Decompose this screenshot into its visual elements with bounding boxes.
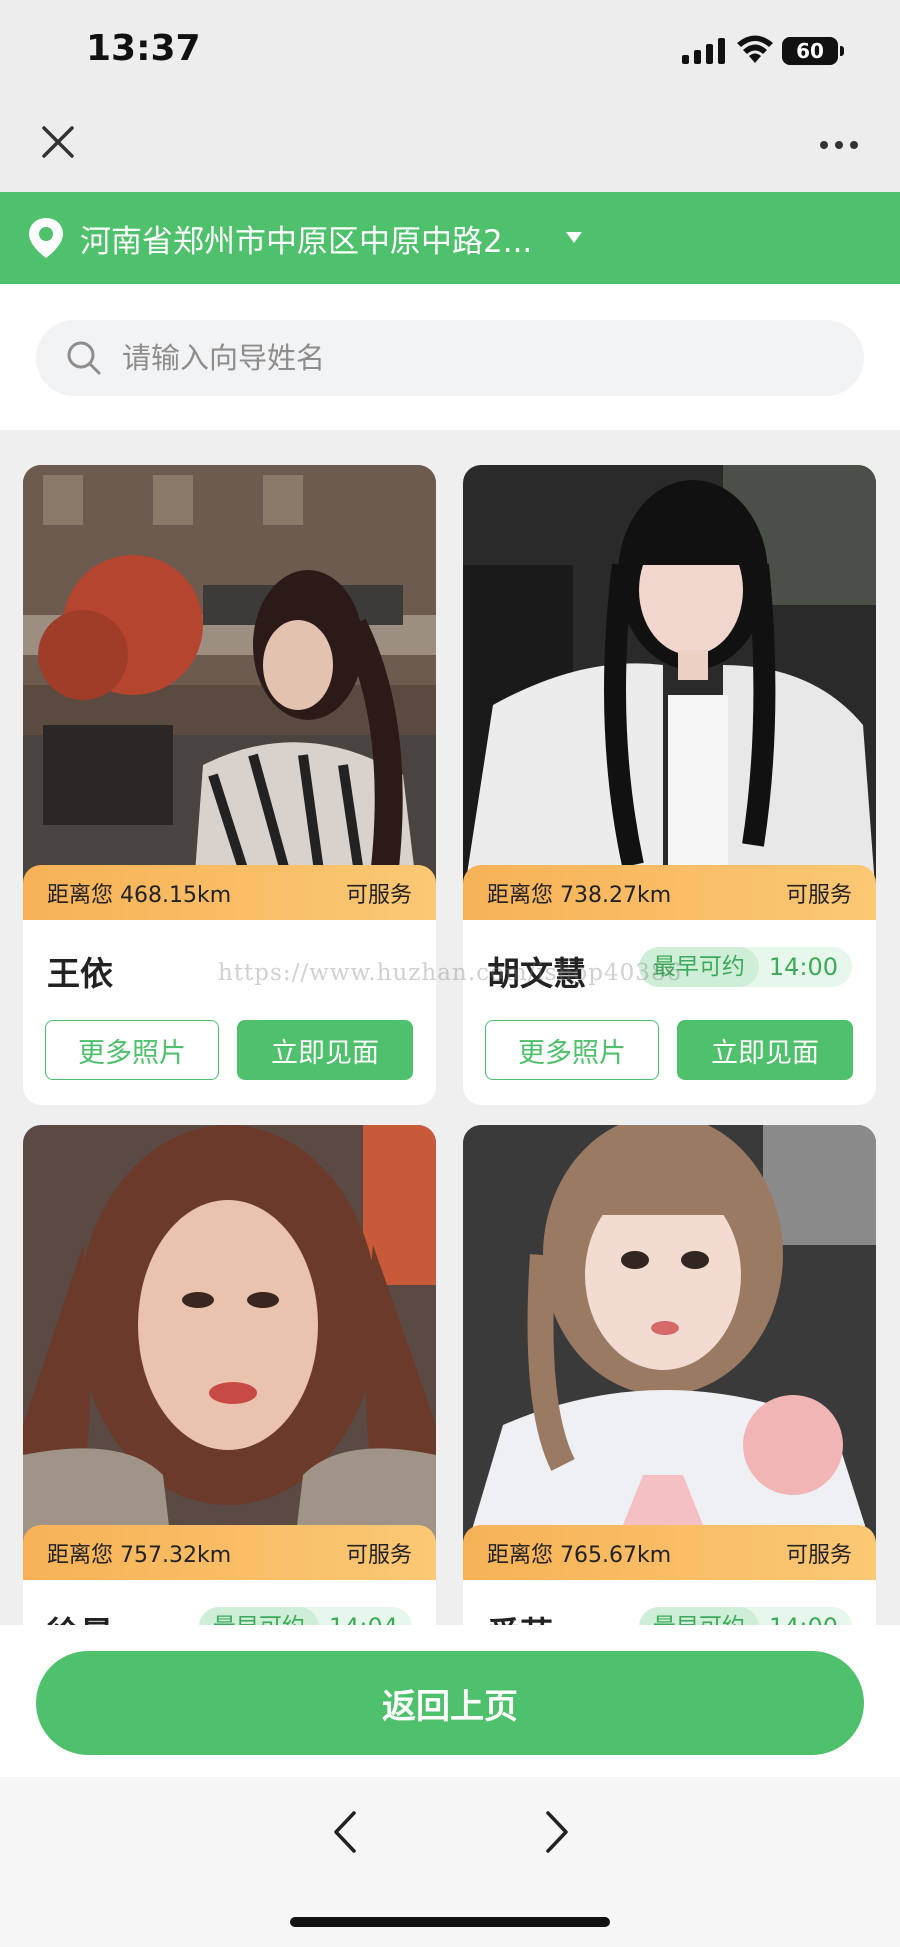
search-input[interactable] bbox=[120, 332, 824, 384]
distance-text: 距离您 757.32km bbox=[47, 1543, 232, 1568]
meet-now-button[interactable]: 立即见面 bbox=[677, 1020, 853, 1080]
guide-card[interactable]: 距离您 765.67km 可服务 爱萌 最早可约 14:00 bbox=[463, 1125, 876, 1625]
distance-bar: 距离您 757.32km 可服务 bbox=[23, 1525, 436, 1580]
browser-toolbar bbox=[0, 1777, 900, 1947]
distance-text: 距离您 765.67km bbox=[487, 1543, 672, 1568]
earliest-available-badge: 最早可约 14:04 bbox=[198, 1607, 412, 1625]
availability-text: 可服务 bbox=[785, 1543, 852, 1568]
status-bar: 13:37 60 bbox=[0, 0, 900, 100]
guide-card[interactable]: 距离您 468.15km 可服务 王依 更多照片 立即见面 bbox=[23, 465, 436, 1105]
distance-bar: 距离您 468.15km 可服务 bbox=[23, 865, 436, 920]
distance-text: 距离您 738.27km bbox=[487, 883, 672, 908]
search-icon bbox=[67, 341, 101, 375]
location-pin-icon bbox=[29, 218, 63, 258]
status-time: 13:37 bbox=[86, 28, 201, 69]
guide-name: 王依 bbox=[47, 954, 113, 993]
earliest-available-badge: 最早可约 14:00 bbox=[638, 1607, 852, 1625]
availability-text: 可服务 bbox=[785, 883, 852, 908]
more-photos-button[interactable]: 更多照片 bbox=[45, 1020, 219, 1080]
guide-photo[interactable] bbox=[23, 1125, 436, 1560]
chevron-left-icon[interactable] bbox=[330, 1807, 360, 1857]
search-bar[interactable] bbox=[36, 320, 864, 396]
earliest-time: 14:00 bbox=[759, 1613, 852, 1625]
more-options-icon[interactable] bbox=[820, 130, 870, 160]
guide-card[interactable]: 距离您 738.27km 可服务 胡文慧 最早可约 14:00 更多照片 立即见… bbox=[463, 465, 876, 1105]
guide-name: 徐晨 bbox=[47, 1607, 113, 1625]
home-indicator[interactable] bbox=[290, 1917, 610, 1927]
guide-name: 爱萌 bbox=[487, 1607, 553, 1625]
guide-card[interactable]: 距离您 757.32km 可服务 徐晨 最早可约 14:04 bbox=[23, 1125, 436, 1625]
wifi-icon bbox=[737, 35, 773, 63]
search-section bbox=[0, 284, 900, 430]
earliest-time: 14:04 bbox=[319, 1613, 412, 1625]
watermark: https://www.huzhan.com/ishop40386 bbox=[218, 960, 683, 986]
earliest-label: 最早可约 bbox=[638, 1607, 759, 1625]
distance-text: 距离您 468.15km bbox=[47, 883, 232, 908]
availability-text: 可服务 bbox=[345, 883, 412, 908]
guide-photo[interactable] bbox=[463, 465, 876, 900]
meet-now-button[interactable]: 立即见面 bbox=[237, 1020, 413, 1080]
guide-photo[interactable] bbox=[463, 1125, 876, 1560]
cellular-signal-icon bbox=[682, 36, 725, 64]
availability-text: 可服务 bbox=[345, 1543, 412, 1568]
chevron-down-icon bbox=[566, 232, 582, 243]
back-button[interactable]: 返回上页 bbox=[36, 1651, 864, 1755]
battery-icon: 60 bbox=[782, 37, 844, 65]
guide-list[interactable]: 距离您 468.15km 可服务 王依 更多照片 立即见面 距离您 738.27… bbox=[0, 430, 900, 1625]
earliest-time: 14:00 bbox=[768, 953, 838, 981]
close-icon[interactable] bbox=[38, 122, 78, 162]
location-selector[interactable]: 河南省郑州市中原区中原中路2... bbox=[0, 192, 900, 284]
location-address: 河南省郑州市中原区中原中路2... bbox=[80, 224, 533, 260]
distance-bar: 距离您 738.27km 可服务 bbox=[463, 865, 876, 920]
nav-bar bbox=[0, 100, 900, 192]
guide-photo[interactable] bbox=[23, 465, 436, 900]
chevron-right-icon[interactable] bbox=[542, 1807, 572, 1857]
more-photos-button[interactable]: 更多照片 bbox=[485, 1020, 659, 1080]
bottom-action-area: 返回上页 bbox=[0, 1625, 900, 1777]
earliest-label: 最早可约 bbox=[198, 1607, 319, 1625]
distance-bar: 距离您 765.67km 可服务 bbox=[463, 1525, 876, 1580]
